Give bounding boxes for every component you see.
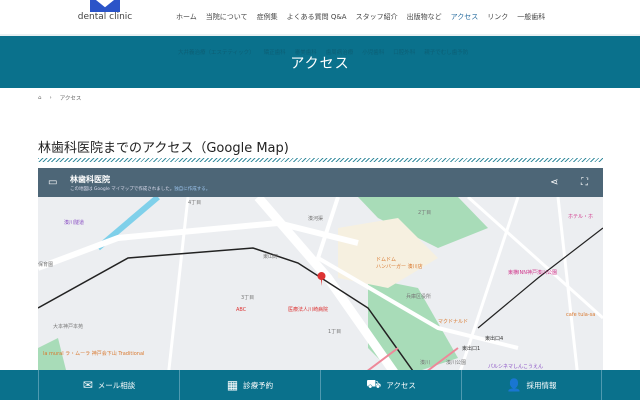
footer-label: アクセス <box>386 380 416 390</box>
map-label: 東出口4 <box>485 335 503 342</box>
map-label: 1丁目 <box>328 329 341 335</box>
map-label: 東横INN神戸湊川公園 <box>508 269 557 276</box>
footer-recruit-button[interactable]: 👤 採用情報 <box>461 370 602 400</box>
map-label: ABC <box>236 307 247 313</box>
map-label: 大本神戸本苑 <box>53 323 83 330</box>
map-label: マクドナルド <box>438 319 468 325</box>
logo-text: dental clinic <box>77 12 133 22</box>
breadcrumb-current: アクセス <box>59 96 82 102</box>
map-label: 保育園 <box>38 261 53 268</box>
logo[interactable]: dental clinic <box>70 0 140 34</box>
footer-label: 診療予約 <box>243 380 274 390</box>
map-label: 湊河渠 <box>308 215 323 222</box>
map-label: 兵庫区役所 <box>406 293 431 300</box>
breadcrumb: ⌂ › アクセス <box>38 94 81 102</box>
sidebar-toggle-icon[interactable]: ▭ <box>48 177 57 188</box>
map-label: ハンバーガー 湊川店 <box>376 263 423 270</box>
main-nav: ホーム 当院について 症例集 よくある質問 Q&A スタッフ紹介 出版物など ア… <box>176 12 545 22</box>
map-label: 医療法人川崎病院 <box>288 306 328 313</box>
map-label: ドムドム <box>376 257 396 263</box>
fullscreen-icon[interactable]: ⛶ <box>581 177 588 188</box>
map-create-link[interactable]: 独自に作成する。 <box>174 187 210 192</box>
mail-icon: ✉ <box>82 378 93 392</box>
map-label: ホテル・ホ <box>568 214 593 220</box>
nav-cases[interactable]: 症例集 <box>257 12 278 22</box>
title-underline <box>38 158 603 162</box>
footer-mail-button[interactable]: ✉ メール相談 <box>38 370 179 400</box>
map-label: 2丁目 <box>418 210 431 216</box>
nav-faq[interactable]: よくある質問 Q&A <box>287 12 347 22</box>
map-label: 4丁目 <box>188 200 201 206</box>
nav-publications[interactable]: 出版物など <box>407 12 442 22</box>
nav-general[interactable]: 一般歯科 <box>517 12 545 22</box>
breadcrumb-separator: › <box>49 95 52 101</box>
page-title: アクセス <box>290 56 350 72</box>
map-label: 湊川公園 <box>446 359 466 366</box>
map-label: 湊川隧道 <box>64 219 84 226</box>
site-header: dental clinic ホーム 当院について 症例集 よくある質問 Q&A … <box>0 0 640 34</box>
nav-about[interactable]: 当院について <box>206 12 248 22</box>
car-icon: ⛟ <box>366 377 382 391</box>
nav-staff[interactable]: スタッフ紹介 <box>356 12 398 22</box>
share-icon[interactable]: ⋖ <box>550 177 558 188</box>
map-label: 3丁目 <box>241 295 254 301</box>
map-canvas[interactable]: 湊川隧道 東山町 ドムドム ハンバーガー 湊川店 兵庫区役所 医療法人川崎病院 … <box>38 168 603 378</box>
google-map[interactable]: 湊川隧道 東山町 ドムドム ハンバーガー 湊川店 兵庫区役所 医療法人川崎病院 … <box>38 168 603 378</box>
nav-access[interactable]: アクセス <box>451 12 479 22</box>
footer-bar: ✉ メール相談 ▦ 診療予約 ⛟ アクセス 👤 採用情報 <box>0 370 640 400</box>
person-icon: 👤 <box>506 378 522 392</box>
calendar-icon: ▦ <box>226 378 239 392</box>
footer-label: 採用情報 <box>526 380 557 390</box>
map-label: 湊川 <box>420 359 430 366</box>
map-header: ▭ 林歯科医院 この地図は Google マイマップで作成されました。独自に作成… <box>38 168 603 197</box>
page-hero: 大井義治療（エステティック） 矯正歯科 審美歯科 歯周病治療 小児歯科 口腔外科… <box>0 34 640 88</box>
map-title[interactable]: 林歯科医院 <box>70 174 110 185</box>
footer-access-button[interactable]: ⛟ アクセス <box>320 370 461 400</box>
map-notice: この地図は Google マイマップで作成されました。独自に作成する。 <box>70 186 210 192</box>
map-label: 東山町 <box>263 253 278 260</box>
logo-mark <box>90 0 120 12</box>
footer-reservation-button[interactable]: ▦ 診療予約 <box>179 370 320 400</box>
map-label: cafe tula-sa <box>566 312 595 318</box>
map-notice-text: この地図は Google マイマップで作成されました。 <box>70 187 175 192</box>
nav-links[interactable]: リンク <box>487 12 508 22</box>
section-title: 林歯科医院までのアクセス（Google Map) <box>38 141 289 156</box>
nav-home[interactable]: ホーム <box>176 12 197 22</box>
map-label: la mural ラ・ムーラ 神戸会下山 Traditional <box>43 350 144 357</box>
home-icon[interactable]: ⌂ <box>38 95 42 101</box>
map-label: 東出口1 <box>462 345 480 352</box>
footer-label: メール相談 <box>97 380 136 390</box>
